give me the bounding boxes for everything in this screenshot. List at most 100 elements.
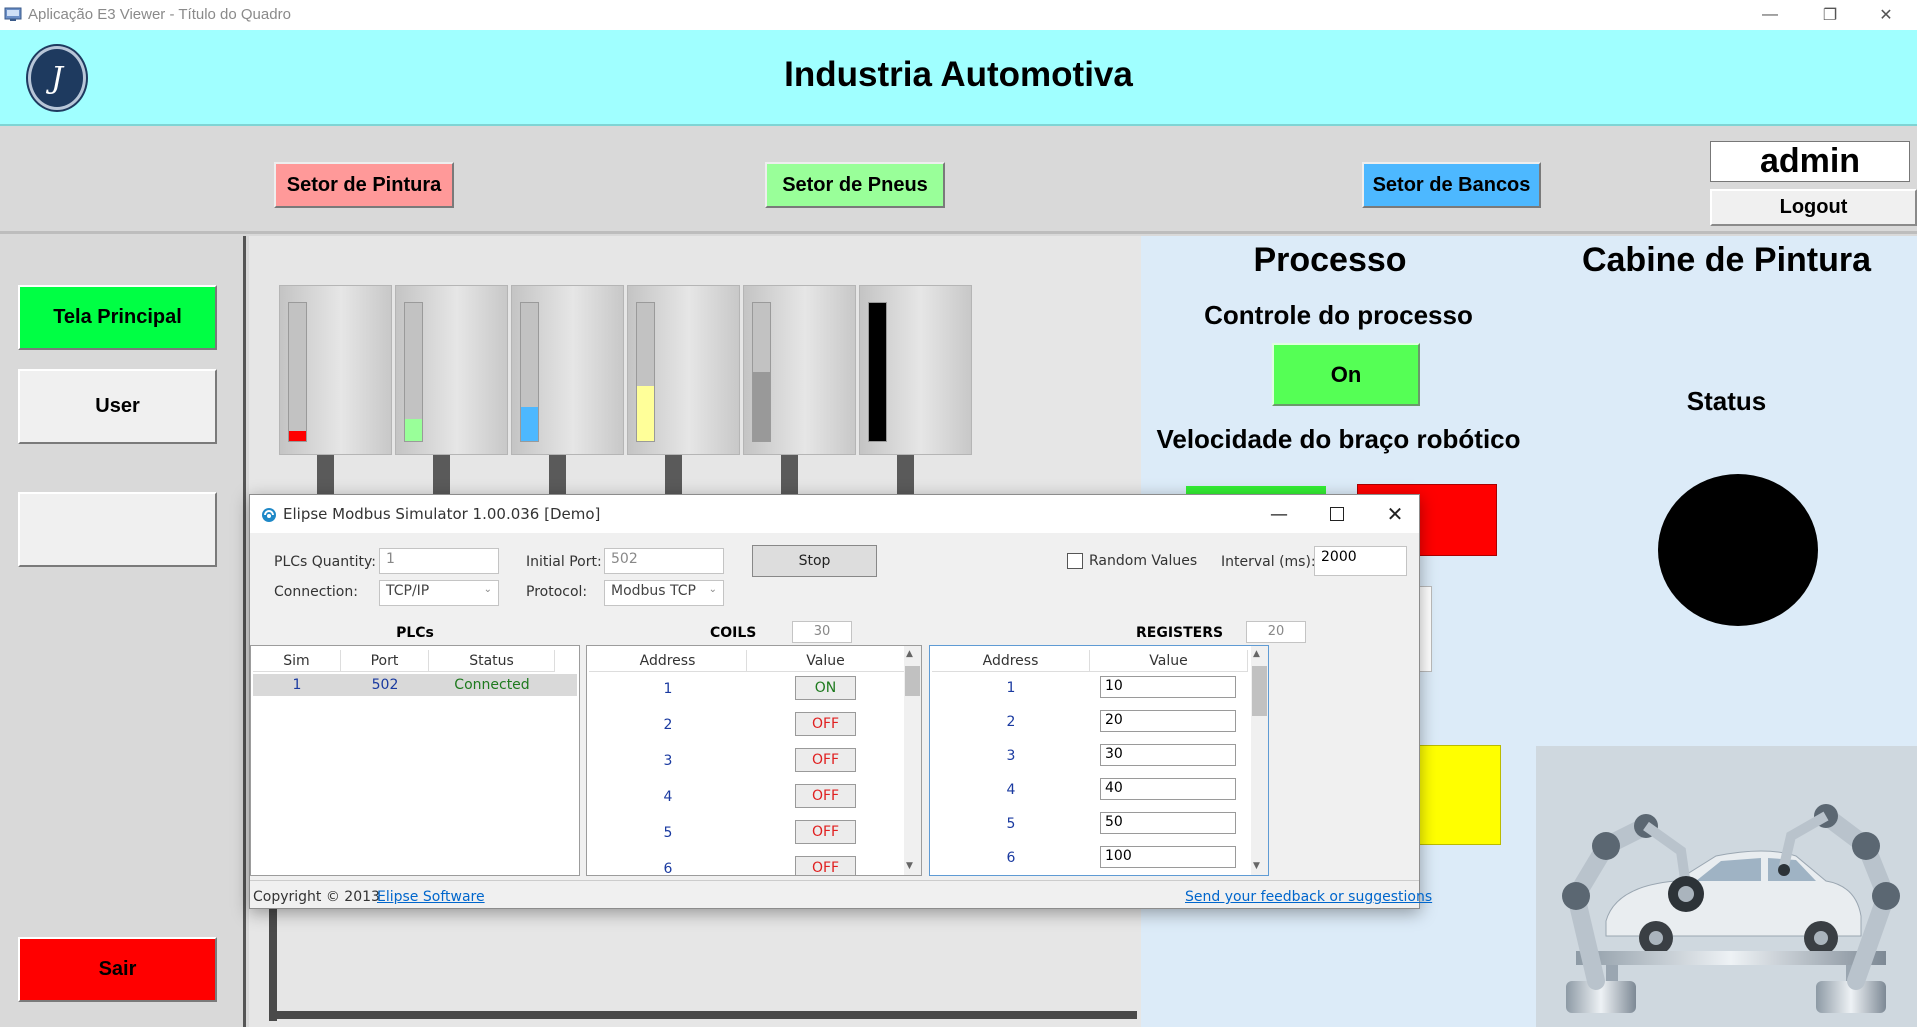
simulator-title: Elipse Modbus Simulator 1.00.036 [Demo] (283, 505, 601, 523)
coil-toggle-button[interactable]: ON (795, 676, 856, 700)
tank-pipe (781, 455, 798, 495)
plcs-quantity-field[interactable]: 1 (379, 548, 499, 574)
simulator-close-icon[interactable]: ✕ (1378, 499, 1412, 529)
restore-icon[interactable]: ❐ (1807, 0, 1853, 30)
tank-pipe (897, 455, 914, 495)
coil-toggle-button[interactable]: OFF (795, 820, 856, 844)
nav-user-button[interactable]: User (18, 369, 217, 444)
tank-level-bar (288, 302, 307, 442)
modbus-simulator-window: Elipse Modbus Simulator 1.00.036 [Demo] … (249, 494, 1432, 909)
process-on-button[interactable]: On (1272, 343, 1420, 406)
random-values-label: Random Values (1089, 553, 1198, 569)
scroll-up-icon[interactable]: ▲ (906, 649, 913, 659)
register-value-input[interactable]: 100 (1100, 846, 1236, 868)
protocol-label: Protocol: (526, 584, 588, 600)
scroll-down-icon[interactable]: ▼ (1253, 861, 1260, 871)
pipe-horizontal (277, 1011, 1137, 1019)
register-address: 4 (1006, 782, 1016, 798)
robot-arms-image (1536, 746, 1917, 1027)
scroll-up-icon[interactable]: ▲ (1253, 649, 1260, 659)
coil-toggle-button[interactable]: OFF (795, 856, 856, 875)
register-value-input[interactable]: 50 (1100, 812, 1236, 834)
registers-table: Address Value 1 10 2 20 3 30 4 40 5 50 6 100 ▲ ▼ (929, 645, 1269, 876)
tank-level-bar (520, 302, 539, 442)
register-address: 6 (1006, 850, 1016, 866)
coils-scroll-thumb[interactable] (905, 666, 920, 696)
simulator-title-bar: Elipse Modbus Simulator 1.00.036 [Demo] … (250, 495, 1419, 533)
registers-count: 20 (1246, 621, 1306, 643)
close-icon[interactable]: ✕ (1863, 0, 1909, 30)
sector-bancos-button[interactable]: Setor de Bancos (1362, 162, 1541, 208)
simulator-maximize-icon[interactable] (1320, 499, 1354, 529)
logout-button[interactable]: Logout (1710, 189, 1917, 226)
plcs-heading: PLCs (396, 625, 434, 641)
tank-level-fill (637, 385, 654, 441)
tank (627, 285, 740, 455)
protocol-select[interactable]: Modbus TCP ⌄ (604, 580, 724, 606)
registers-heading: REGISTERS (1136, 625, 1224, 641)
nav-tela-principal-button[interactable]: Tela Principal (18, 285, 217, 350)
plc-status: Connected (454, 677, 530, 693)
coils-col-address[interactable]: Address (589, 650, 747, 672)
initial-port-label: Initial Port: (526, 554, 602, 570)
tank-pipe (549, 455, 566, 495)
sector-pneus-button[interactable]: Setor de Pneus (765, 162, 945, 208)
left-navigation (0, 236, 246, 1027)
pipe-vertical (269, 891, 277, 1021)
exit-button[interactable]: Sair (18, 937, 217, 1002)
tank (511, 285, 624, 455)
coil-toggle-button[interactable]: OFF (795, 748, 856, 772)
registers-scroll-thumb[interactable] (1252, 666, 1267, 716)
sector-pintura-button[interactable]: Setor de Pintura (274, 162, 454, 208)
copyright-text: Copyright © 2013 (253, 889, 380, 905)
window-title: Aplicação E3 Viewer - Título do Quadro (28, 6, 291, 23)
register-value-input[interactable]: 40 (1100, 778, 1236, 800)
processo-title: Processo (1253, 241, 1407, 279)
connection-select[interactable]: TCP/IP ⌄ (379, 580, 499, 606)
tank-level-fill (753, 372, 770, 441)
plcs-col-status[interactable]: Status (429, 650, 555, 672)
register-value-input[interactable]: 20 (1100, 710, 1236, 732)
coils-scrollbar[interactable]: ▲ ▼ (904, 646, 921, 875)
speed-label: Velocidade do braço robótico (1156, 424, 1521, 454)
tank-level-fill (521, 406, 538, 441)
window-title-bar: Aplicação E3 Viewer - Título do Quadro —… (0, 0, 1917, 30)
scroll-down-icon[interactable]: ▼ (906, 861, 913, 871)
registers-col-value[interactable]: Value (1090, 650, 1248, 672)
chevron-down-icon: ⌄ (483, 584, 492, 595)
coil-address: 4 (663, 789, 673, 805)
protocol-value: Modbus TCP (611, 583, 696, 599)
tank (743, 285, 856, 455)
plcs-row-selected[interactable]: 1 502 Connected (253, 674, 577, 696)
nav-blank-button[interactable] (18, 492, 217, 567)
plcs-col-port[interactable]: Port (341, 650, 429, 672)
chevron-down-icon: ⌄ (708, 584, 717, 595)
plcs-table: Sim Port Status 1 502 Connected (250, 645, 580, 876)
tank-pipe (433, 455, 450, 495)
minimize-icon[interactable]: — (1747, 0, 1793, 30)
tank (395, 285, 508, 455)
tank-level-bar (752, 302, 771, 442)
feedback-link[interactable]: Send your feedback or suggestions (1185, 889, 1432, 905)
coil-toggle-button[interactable]: OFF (795, 784, 856, 808)
coils-heading: COILS (710, 625, 757, 641)
initial-port-field[interactable]: 502 (604, 548, 724, 574)
registers-scrollbar[interactable]: ▲ ▼ (1251, 646, 1268, 875)
registers-col-address[interactable]: Address (932, 650, 1090, 672)
elipse-software-link[interactable]: Elipse Software (377, 889, 485, 905)
status-label: Status (1686, 386, 1767, 416)
tank-pipe (665, 455, 682, 495)
status-indicator (1658, 474, 1818, 626)
register-address: 2 (1006, 714, 1016, 730)
interval-field[interactable]: 2000 (1314, 546, 1407, 576)
plcs-col-sim[interactable]: Sim (253, 650, 341, 672)
coils-col-value[interactable]: Value (747, 650, 905, 672)
coil-toggle-button[interactable]: OFF (795, 712, 856, 736)
tank-level-fill (289, 431, 306, 441)
register-value-input[interactable]: 30 (1100, 744, 1236, 766)
random-values-checkbox[interactable] (1067, 553, 1083, 569)
coil-address: 6 (663, 861, 673, 876)
register-value-input[interactable]: 10 (1100, 676, 1236, 698)
stop-button[interactable]: Stop (752, 545, 877, 577)
simulator-minimize-icon[interactable]: — (1262, 499, 1296, 529)
